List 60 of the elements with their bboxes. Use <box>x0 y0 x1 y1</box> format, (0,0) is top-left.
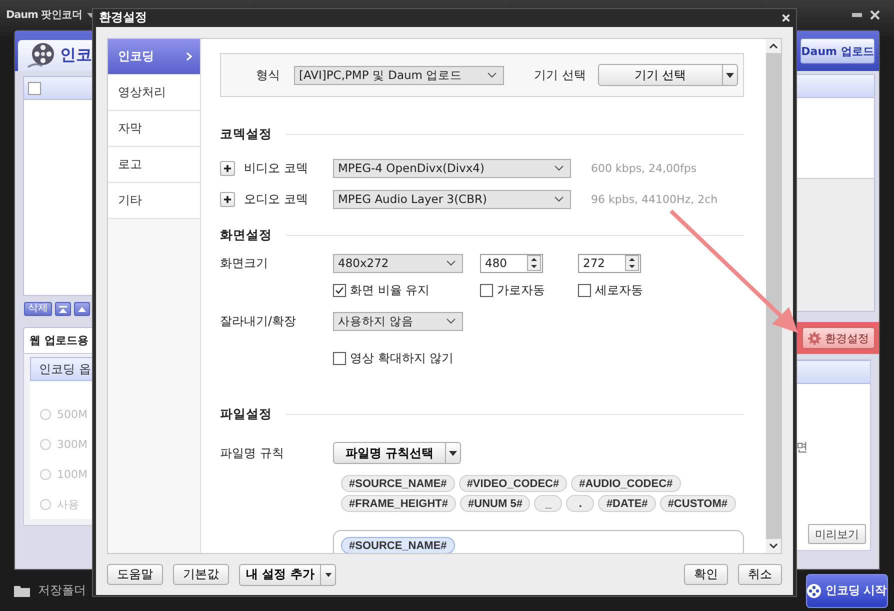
token-chip[interactable]: #UNUM 5# <box>460 495 530 512</box>
footer-button[interactable]: 확인 <box>684 564 728 585</box>
section-heading: 화면설정 <box>220 226 272 244</box>
radio-label: 300M <box>57 438 88 450</box>
panel-text: 면 <box>796 439 809 456</box>
radio-label: 500M <box>57 408 88 420</box>
sidebar-item[interactable]: 인코딩 <box>108 39 200 75</box>
device-dropdown[interactable]: 기기 선택 <box>598 64 738 86</box>
checkbox-label: 영상 확대하지 않기 <box>350 350 454 366</box>
width-field[interactable]: 480 <box>480 254 543 272</box>
footer-button[interactable]: 기본값 <box>173 564 229 585</box>
start-encoding-button[interactable]: 인코딩 시작 <box>806 574 888 608</box>
format-label: 형식 <box>256 66 280 84</box>
checkbox-label: 세로자동 <box>595 282 643 298</box>
upload-button[interactable]: Daum 업로드 <box>800 38 875 64</box>
filename-rule-dropdown[interactable]: 파일명 규칙선택 <box>333 442 461 464</box>
section-heading: 코덱설정 <box>220 126 272 142</box>
encode-tab[interactable]: 인코 <box>18 40 93 71</box>
size-dropdown[interactable]: 480x272 <box>333 254 463 272</box>
sidebar-item[interactable]: 자막 <box>108 111 200 147</box>
token-chip[interactable]: #DATE# <box>598 495 656 512</box>
checkbox-label: 가로자동 <box>497 282 545 298</box>
size-label: 화면크기 <box>220 254 269 272</box>
token-chip[interactable]: #AUDIO_CODEC# <box>571 475 681 492</box>
token-chip[interactable]: #CUSTOM# <box>660 495 736 512</box>
preview-button[interactable]: 미리보기 <box>808 524 866 544</box>
footer-button[interactable]: 도움말 <box>107 564 163 585</box>
codec-dropdown[interactable]: MPEG Audio Layer 3(CBR) <box>333 190 571 208</box>
add-preset-button[interactable]: 내 설정 추가 <box>239 564 336 586</box>
sidebar-item[interactable]: 기타 <box>108 183 200 219</box>
app-title: Daum 팟인코더 <box>6 8 82 22</box>
section-heading: 파일설정 <box>220 406 272 422</box>
footer-button[interactable]: 취소 <box>738 564 782 585</box>
device-label: 기기 선택 <box>534 66 586 84</box>
filename-rule-label: 파일명 규칙 <box>220 444 285 462</box>
preset-tab[interactable]: 웹 업로드용 <box>23 327 95 353</box>
codec-label: 오디오 코덱 <box>244 190 309 208</box>
token-chip[interactable]: #VIDEO_CODEC# <box>458 475 568 492</box>
settings-button[interactable]: 환경설정 <box>802 327 875 349</box>
token-chip[interactable]: #SOURCE_NAME# <box>341 475 455 492</box>
sidebar-item[interactable]: 로고 <box>108 147 200 183</box>
codec-info: 96 kpbs, 44100Hz, 2ch <box>591 192 718 206</box>
token-chip[interactable]: #FRAME_HEIGHT# <box>341 495 456 512</box>
token-chip[interactable]: _ <box>534 495 562 512</box>
save-folder-label[interactable]: 저장폴더 <box>38 582 86 599</box>
crop-label: 잘라내기/확장 <box>220 312 298 330</box>
sidebar-item[interactable]: 영상처리 <box>108 75 200 111</box>
token-chip[interactable]: . <box>566 495 594 512</box>
codec-info: 600 kbps, 24,00fps <box>591 162 697 174</box>
height-field[interactable]: 272 <box>578 254 641 272</box>
radio-label: 사용 <box>57 496 79 512</box>
codec-label: 비디오 코덱 <box>244 160 309 176</box>
crop-dropdown[interactable]: 사용하지 않음 <box>333 312 463 330</box>
radio-label: 100M <box>57 468 88 480</box>
codec-dropdown[interactable]: MPEG-4 OpenDivx(Divx4) <box>333 158 571 178</box>
dialog-title: 환경설정 <box>99 9 147 26</box>
checkbox-label: 화면 비율 유지 <box>350 282 430 298</box>
format-dropdown[interactable]: [AVI]PC,PMP 및 Daum 업로드 <box>294 66 504 84</box>
token-chip[interactable]: #SOURCE_NAME# <box>341 537 455 553</box>
options-header: 인코딩 옵 <box>30 357 93 381</box>
